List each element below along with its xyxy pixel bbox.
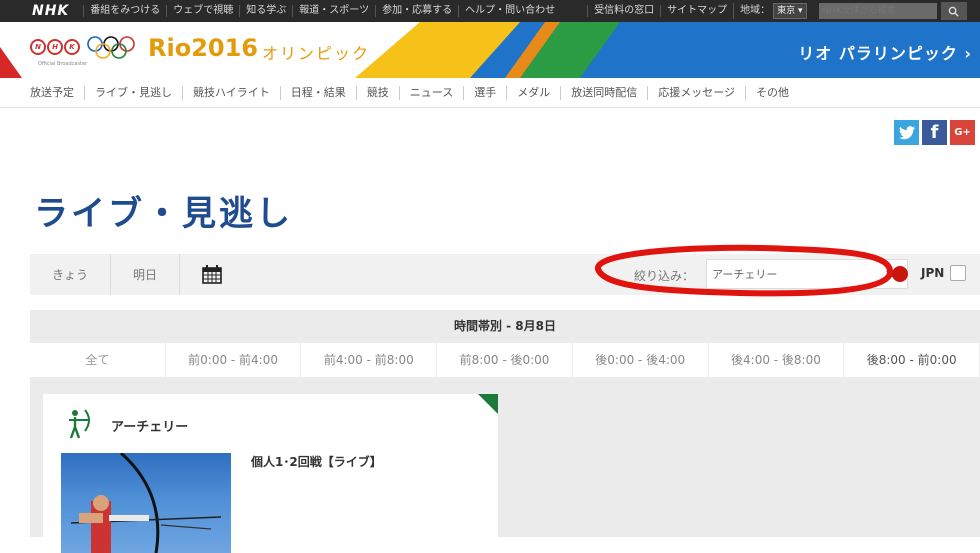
nav-item-results[interactable]: 日程・結果 <box>279 85 356 100</box>
social-share: f G+ <box>894 120 975 145</box>
program-card[interactable]: アーチェリー 個人1･2回戦【ライブ】 <box>43 394 498 553</box>
tomorrow-tab[interactable]: 明日 <box>111 254 181 295</box>
time-tabs: 全て 前0:00 - 前4:00 前4:00 - 前8:00 前8:00 - 後… <box>30 343 980 377</box>
region-value: 東京 <box>777 6 796 16</box>
googleplus-icon[interactable]: G+ <box>950 120 975 145</box>
program-title[interactable]: 個人1･2回戦【ライブ】 <box>251 453 382 470</box>
time-tab-all[interactable]: 全て <box>30 343 166 377</box>
nav-item-schedule[interactable]: 放送予定 <box>30 86 84 100</box>
archer-image <box>70 453 222 553</box>
calendar-button[interactable] <box>180 254 244 295</box>
nav-item-messages[interactable]: 応援メッセージ <box>647 85 745 100</box>
sport-name: アーチェリー <box>111 420 189 435</box>
olympic-title[interactable]: オリンピック <box>262 40 370 64</box>
header-link[interactable]: サイトマップ <box>660 5 733 17</box>
time-tab[interactable]: 前8:00 - 後0:00 <box>437 343 573 377</box>
time-tab[interactable]: 後0:00 - 後4:00 <box>573 343 709 377</box>
search-icon <box>948 6 959 17</box>
timeline-title: 時間帯別 - 8月8日 <box>30 310 980 343</box>
time-tab[interactable]: 前4:00 - 前8:00 <box>301 343 438 377</box>
olympic-rings-icon <box>87 36 135 59</box>
region-selector[interactable]: 地域： 東京 ▾ <box>733 3 812 19</box>
nhk-olympic-logo[interactable]: NHK <box>30 35 136 59</box>
page-title: ライブ・見逃し <box>34 194 293 234</box>
nav-item-simulcast[interactable]: 放送同時配信 <box>560 85 647 100</box>
paralympic-link[interactable]: リオ パラリンピック › <box>798 40 972 64</box>
header-link[interactable]: ヘルプ・問い合わせ <box>458 5 561 17</box>
jpn-label: JPN <box>921 266 945 280</box>
live-corner-marker <box>478 394 498 414</box>
nav-item-sports[interactable]: 競技 <box>355 85 399 100</box>
facebook-icon[interactable]: f <box>922 120 947 145</box>
nhk-logo[interactable]: NHK <box>0 3 83 19</box>
main-nav: 放送予定 ライブ・見逃し 競技ハイライト 日程・結果 競技 ニュース 選手 メダ… <box>0 78 980 108</box>
official-broadcaster-text: Official Broadcaster <box>38 61 88 67</box>
region-label: 地域： <box>740 5 771 16</box>
calendar-icon <box>202 265 222 284</box>
global-header: NHK 番組をみつける ウェブで視聴 知る学ぶ 報道・スポーツ 参加・応募する … <box>0 0 980 22</box>
twitter-icon[interactable] <box>894 120 919 145</box>
jpn-checkbox[interactable] <box>950 265 966 281</box>
nav-item-other[interactable]: その他 <box>745 85 799 100</box>
annotation-circle <box>595 244 893 297</box>
header-link[interactable]: ウェブで視聴 <box>166 5 239 17</box>
program-thumbnail[interactable] <box>61 453 231 553</box>
header-link[interactable]: 受信料の窓口 <box>587 5 660 17</box>
nav-item-athletes[interactable]: 選手 <box>463 85 506 100</box>
region-select[interactable]: 東京 ▾ <box>773 3 807 19</box>
time-tab[interactable]: 前0:00 - 前4:00 <box>166 343 302 377</box>
time-tab[interactable]: 後4:00 - 後8:00 <box>709 343 845 377</box>
nav-item-news[interactable]: ニュース <box>398 85 463 100</box>
search-input[interactable] <box>818 3 937 19</box>
nhk-mark: NHK <box>30 39 80 55</box>
rio2016-title[interactable]: Rio2016 <box>148 34 258 62</box>
rio-banner: NHK Official Broadcaster Rio2016 オリンピック … <box>0 22 980 78</box>
archery-icon <box>69 409 90 439</box>
time-tab-active[interactable]: 後8:00 - 前0:00 <box>844 343 980 377</box>
nav-item-highlights[interactable]: 競技ハイライト <box>182 85 280 100</box>
header-link[interactable]: 報道・スポーツ <box>292 5 375 17</box>
header-link[interactable]: 知る学ぶ <box>239 5 292 17</box>
nav-item-live[interactable]: ライブ・見逃し <box>84 85 182 100</box>
nav-item-medals[interactable]: メダル <box>506 85 560 100</box>
header-link[interactable]: 参加・応募する <box>375 5 458 17</box>
header-link[interactable]: 番組をみつける <box>83 5 166 17</box>
today-tab[interactable]: きょう <box>30 254 112 295</box>
search-button[interactable] <box>940 2 967 20</box>
